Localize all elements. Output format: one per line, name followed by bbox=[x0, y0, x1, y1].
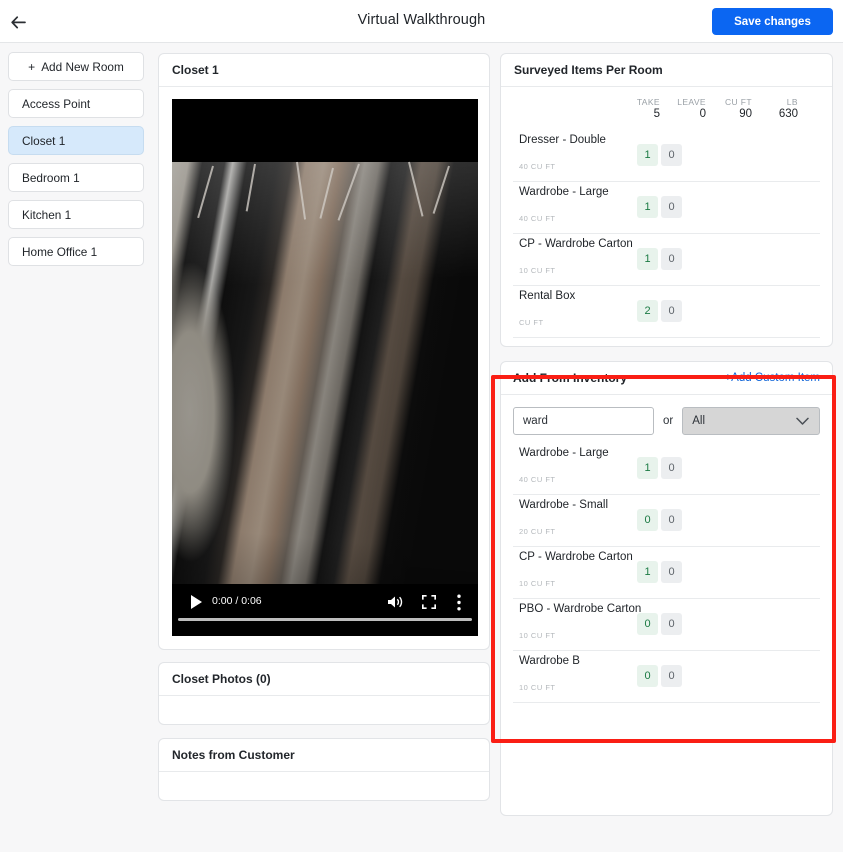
surveyed-items-title: Surveyed Items Per Room bbox=[501, 54, 832, 87]
room-video-card-title: Closet 1 bbox=[159, 54, 489, 87]
customer-notes-card: Notes from Customer bbox=[158, 738, 490, 801]
customer-notes-body[interactable] bbox=[159, 772, 489, 800]
top-bar: Virtual Walkthrough Save changes bbox=[0, 0, 843, 43]
leave-qty[interactable]: 0 bbox=[661, 665, 682, 687]
sidebar-item-home-office-1[interactable]: Home Office 1 bbox=[8, 237, 144, 266]
add-new-room-label: Add New Room bbox=[41, 59, 124, 74]
stat-lb: LB 630 bbox=[778, 97, 798, 120]
take-qty[interactable]: 1 bbox=[637, 457, 658, 479]
leave-qty[interactable]: 0 bbox=[661, 248, 682, 270]
inventory-column: Surveyed Items Per Room TAKE 5 LEAVE 0 C… bbox=[500, 53, 833, 816]
video-letterbox bbox=[172, 99, 478, 162]
inventory-item-row: Wardrobe - Large 40 CU FT 1 0 bbox=[513, 443, 820, 495]
closet-photos-title: Closet Photos (0) bbox=[159, 663, 489, 696]
leave-qty[interactable]: 0 bbox=[661, 144, 682, 166]
sidebar-item-bedroom-1[interactable]: Bedroom 1 bbox=[8, 163, 144, 192]
video-time-display: 0:00 / 0:06 bbox=[212, 595, 262, 607]
room-label: Bedroom 1 bbox=[22, 170, 80, 185]
closet-photos-body[interactable] bbox=[159, 696, 489, 724]
category-select-value: All bbox=[692, 415, 706, 427]
video-progress-bar[interactable] bbox=[178, 618, 472, 621]
sidebar-item-access-point[interactable]: Access Point bbox=[8, 89, 144, 118]
take-qty[interactable]: 1 bbox=[637, 144, 658, 166]
walkthrough-video-player[interactable]: 0:00 / 0:06 bbox=[172, 99, 478, 636]
surveyed-item-row: CP - Wardrobe Carton 10 CU FT 1 0 bbox=[513, 234, 820, 286]
video-frame-closet-clothes bbox=[172, 161, 478, 636]
closet-photos-card: Closet Photos (0) bbox=[158, 662, 490, 725]
play-icon[interactable] bbox=[190, 595, 203, 614]
take-qty[interactable]: 1 bbox=[637, 561, 658, 583]
add-from-inventory-card: Add From Inventory +Add Custom Item or A… bbox=[500, 361, 833, 816]
surveyed-item-row: Dresser - Double 40 CU FT 1 0 bbox=[513, 130, 820, 182]
leave-qty[interactable]: 0 bbox=[661, 613, 682, 635]
surveyed-item-row: Wardrobe - Large 40 CU FT 1 0 bbox=[513, 182, 820, 234]
stat-cuft: CU FT 90 bbox=[724, 97, 752, 120]
room-video-card: Closet 1 0:00 / 0:06 bbox=[158, 53, 490, 650]
or-label: or bbox=[663, 415, 674, 427]
room-label: Home Office 1 bbox=[22, 244, 98, 259]
leave-qty[interactable]: 0 bbox=[661, 509, 682, 531]
take-qty[interactable]: 0 bbox=[637, 665, 658, 687]
add-custom-item-link[interactable]: +Add Custom Item bbox=[724, 372, 820, 384]
inventory-filter-row: or All bbox=[513, 407, 820, 435]
room-label: Closet 1 bbox=[22, 133, 66, 148]
room-detail-column: Closet 1 0:00 / 0:06 Closet Photos (0) N… bbox=[158, 53, 490, 801]
surveyed-items-card: Surveyed Items Per Room TAKE 5 LEAVE 0 C… bbox=[500, 53, 833, 347]
sidebar-item-kitchen-1[interactable]: Kitchen 1 bbox=[8, 200, 144, 229]
save-changes-button[interactable]: Save changes bbox=[712, 8, 833, 35]
room-sidebar: + Add New Room Access Point Closet 1 Bed… bbox=[8, 52, 144, 274]
surveyed-totals: TAKE 5 LEAVE 0 CU FT 90 LB 630 bbox=[513, 97, 820, 120]
inventory-item-row: Wardrobe B 10 CU FT 0 0 bbox=[513, 651, 820, 703]
take-qty[interactable]: 0 bbox=[637, 613, 658, 635]
take-qty[interactable]: 0 bbox=[637, 509, 658, 531]
video-controls-bar: 0:00 / 0:06 bbox=[172, 584, 478, 636]
plus-icon: + bbox=[28, 59, 36, 74]
room-label: Access Point bbox=[22, 96, 91, 111]
fullscreen-icon[interactable] bbox=[421, 594, 437, 614]
sidebar-item-closet-1[interactable]: Closet 1 bbox=[8, 126, 144, 155]
inventory-search-input[interactable] bbox=[513, 407, 654, 435]
room-label: Kitchen 1 bbox=[22, 207, 72, 222]
leave-qty[interactable]: 0 bbox=[661, 300, 682, 322]
take-qty[interactable]: 1 bbox=[637, 248, 658, 270]
take-qty[interactable]: 1 bbox=[637, 196, 658, 218]
inventory-item-row: PBO - Wardrobe Carton 10 CU FT 0 0 bbox=[513, 599, 820, 651]
volume-icon[interactable] bbox=[387, 594, 404, 615]
surveyed-item-row: Rental Box CU FT 2 0 bbox=[513, 286, 820, 338]
customer-notes-title: Notes from Customer bbox=[159, 739, 489, 772]
leave-qty[interactable]: 0 bbox=[661, 457, 682, 479]
category-select[interactable]: All bbox=[682, 407, 820, 435]
inventory-item-row: CP - Wardrobe Carton 10 CU FT 1 0 bbox=[513, 547, 820, 599]
add-new-room-button[interactable]: + Add New Room bbox=[8, 52, 144, 81]
take-qty[interactable]: 2 bbox=[637, 300, 658, 322]
chevron-down-icon bbox=[796, 417, 809, 429]
leave-qty[interactable]: 0 bbox=[661, 561, 682, 583]
stat-leave: LEAVE 0 bbox=[677, 97, 706, 120]
stat-take: TAKE 5 bbox=[636, 97, 660, 120]
inventory-item-row: Wardrobe - Small 20 CU FT 0 0 bbox=[513, 495, 820, 547]
add-from-inventory-title: Add From Inventory bbox=[513, 371, 628, 385]
more-vertical-icon[interactable] bbox=[457, 594, 461, 616]
leave-qty[interactable]: 0 bbox=[661, 196, 682, 218]
